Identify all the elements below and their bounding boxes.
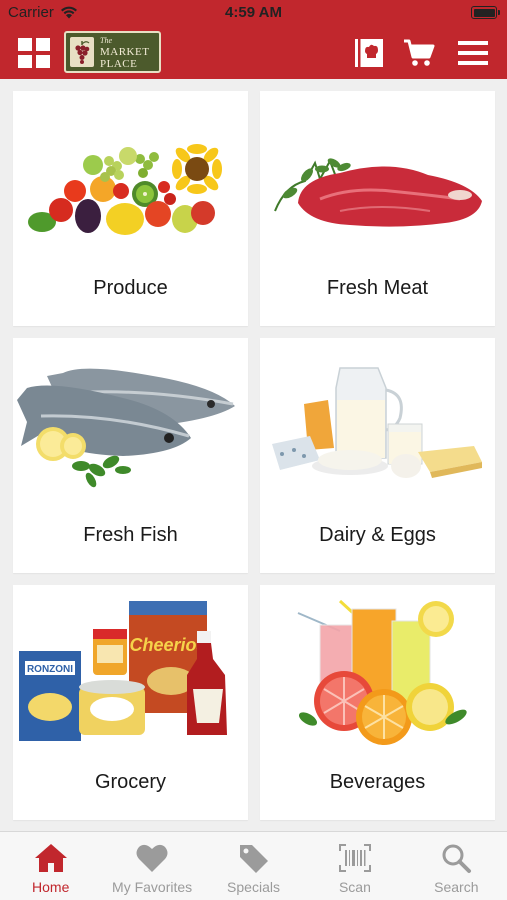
- category-tile-dairy-eggs[interactable]: Dairy & Eggs: [260, 338, 495, 573]
- category-label: Produce: [93, 277, 168, 299]
- beverages-image: [297, 599, 467, 745]
- recipe-card-icon[interactable]: [352, 36, 386, 70]
- grapes-logo-icon: [70, 37, 94, 67]
- category-label: Grocery: [94, 771, 167, 793]
- logo-text: The Market Place: [100, 35, 149, 70]
- logo-the: The: [100, 35, 112, 45]
- category-label: Fresh Meat: [326, 277, 429, 299]
- svg-text:Cheerios: Cheerios: [129, 635, 206, 655]
- category-label: Fresh Fish: [83, 524, 178, 546]
- heart-icon: [136, 844, 168, 872]
- tab-my-favorites[interactable]: My Favorites: [101, 832, 202, 900]
- grocery-image: Cheerios RONZONI: [19, 601, 227, 741]
- tab-scan[interactable]: Scan: [304, 832, 405, 900]
- tab-label: Specials: [227, 879, 280, 895]
- category-tile-produce[interactable]: Produce: [13, 91, 248, 326]
- category-tile-fresh-meat[interactable]: Fresh Meat: [260, 91, 495, 326]
- grid-menu-icon[interactable]: [18, 38, 50, 68]
- dairy-image: [272, 367, 482, 478]
- cart-icon[interactable]: [402, 36, 436, 70]
- tab-label: My Favorites: [112, 879, 193, 895]
- tab-specials[interactable]: Specials: [203, 832, 304, 900]
- barcode-icon: [338, 844, 371, 872]
- tab-home[interactable]: Home: [0, 832, 101, 900]
- tag-icon: [239, 845, 268, 873]
- meat-image: [274, 158, 482, 227]
- category-tile-fresh-fish[interactable]: Fresh Fish: [13, 338, 248, 573]
- category-grid: Produce Fresh Meat Fresh Fish Dairy & Eg…: [0, 79, 507, 831]
- tab-label: Home: [32, 879, 70, 895]
- logo-line1: Market: [100, 45, 150, 58]
- category-tile-grocery[interactable]: Cheerios RONZONI Grocery: [13, 585, 248, 820]
- battery-icon: [471, 6, 500, 19]
- store-logo[interactable]: The Market Place: [64, 31, 161, 73]
- fish-image: [17, 368, 235, 488]
- header-bar: The Market Place: [0, 26, 507, 79]
- tab-bar: Home My Favorites Specials Scan Search: [0, 831, 507, 900]
- logo-line2: Place: [100, 57, 138, 70]
- tab-label: Search: [434, 879, 479, 895]
- category-label: Beverages: [329, 771, 426, 793]
- status-time: 4:59 AM: [225, 4, 282, 21]
- search-icon: [442, 844, 472, 873]
- category-label: Dairy & Eggs: [319, 524, 436, 546]
- tab-search[interactable]: Search: [406, 832, 507, 900]
- status-bar: Carrier 4:59 AM: [0, 0, 507, 26]
- hamburger-menu-icon[interactable]: [456, 36, 490, 70]
- category-tile-beverages[interactable]: Beverages: [260, 585, 495, 820]
- tab-label: Scan: [338, 879, 371, 895]
- home-icon: [34, 844, 67, 872]
- svg-text:RONZONI: RONZONI: [27, 664, 73, 675]
- produce-image: [28, 144, 222, 235]
